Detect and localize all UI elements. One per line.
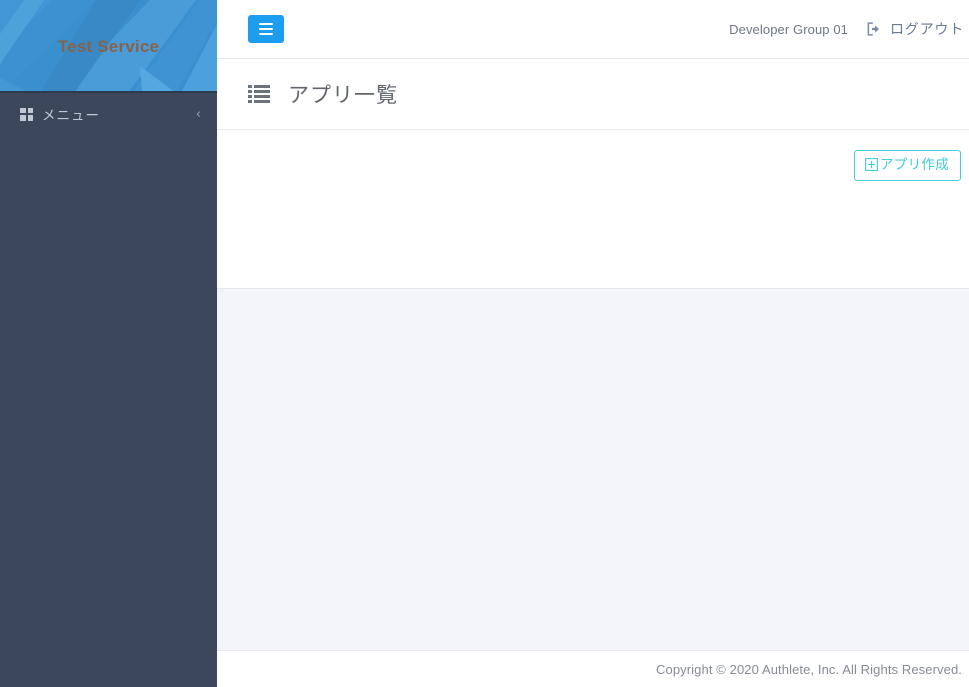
- app-root: Test Service メニュー ‹ Developer Group 01 ロ…: [0, 0, 969, 687]
- page-header: アプリ一覧: [217, 59, 969, 130]
- plus-square-icon: [865, 158, 878, 172]
- content-column: Developer Group 01 ログアウト アプリ一覧 アプリ作成 Cop…: [217, 0, 969, 687]
- hamburger-icon-line: [259, 33, 273, 35]
- sidebar: Test Service メニュー ‹: [0, 0, 217, 687]
- brand-underline: [0, 91, 217, 93]
- list-icon: [248, 85, 270, 103]
- hamburger-icon-line: [259, 23, 273, 25]
- logout-button[interactable]: ログアウト: [866, 19, 964, 39]
- sidebar-item-label: メニュー: [42, 108, 100, 123]
- current-group-label: Developer Group 01: [729, 21, 848, 37]
- top-navbar: Developer Group 01 ログアウト: [217, 0, 969, 59]
- chevron-left-icon[interactable]: ‹: [196, 108, 201, 121]
- logout-label: ログアウト: [890, 21, 964, 37]
- sidebar-item-menu[interactable]: メニュー ‹: [0, 93, 217, 135]
- grid-icon: [20, 107, 33, 121]
- create-app-button[interactable]: アプリ作成: [854, 150, 961, 181]
- page-footer: Copyright © 2020 Authlete, Inc. All Righ…: [217, 650, 969, 687]
- page-title: アプリ一覧: [288, 84, 398, 107]
- sign-out-icon: [867, 22, 879, 36]
- hamburger-icon-line: [259, 28, 273, 30]
- page-background-filler: [217, 289, 969, 650]
- copyright-text: Copyright © 2020 Authlete, Inc. All Righ…: [656, 661, 962, 677]
- sidebar-toggle-button[interactable]: [248, 15, 284, 43]
- create-app-label: アプリ作成: [880, 157, 949, 172]
- app-list-panel: アプリ作成: [217, 130, 969, 289]
- brand-title: Test Service: [57, 37, 160, 56]
- sidebar-brand-header[interactable]: Test Service: [0, 0, 217, 93]
